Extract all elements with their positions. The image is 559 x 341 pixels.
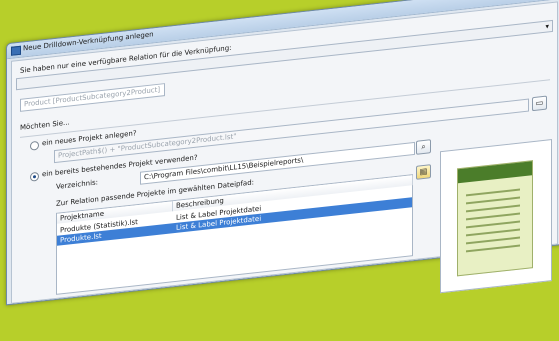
screen: Neue Drilldown-Verknüpfung anlegen x Sie… xyxy=(0,0,559,306)
magnifier-icon[interactable]: ⌕ xyxy=(416,139,431,155)
report-preview xyxy=(440,139,552,294)
thumbnail-line xyxy=(466,188,520,197)
relation-select[interactable]: ▾ xyxy=(16,19,553,91)
formula-icon[interactable]: ▭ xyxy=(532,95,547,112)
project-table: Projektname Beschreibung Produkte (Stati… xyxy=(56,174,413,295)
chevron-down-icon: ▾ xyxy=(545,22,549,31)
drilldown-dialog: Neue Drilldown-Verknüpfung anlegen x Sie… xyxy=(6,0,559,306)
thumbnail-line xyxy=(466,244,520,253)
question-label: Möchten Sie... xyxy=(20,118,70,132)
thumbnail-header xyxy=(458,161,532,184)
directory-label: Verzeichnis: xyxy=(56,178,99,191)
radio-new-project[interactable] xyxy=(30,140,39,151)
thumbnail-line xyxy=(466,220,520,229)
thumbnail-line xyxy=(466,236,520,245)
thumbnail-line xyxy=(466,204,520,213)
thumbnail-line xyxy=(466,212,520,221)
radio-existing-project[interactable] xyxy=(30,171,39,182)
thumbnail-line xyxy=(466,196,520,205)
app-icon xyxy=(11,45,21,56)
folder-icon[interactable]: ▤ xyxy=(416,164,431,180)
report-thumbnail xyxy=(457,160,533,277)
thumbnail-line xyxy=(466,228,520,237)
